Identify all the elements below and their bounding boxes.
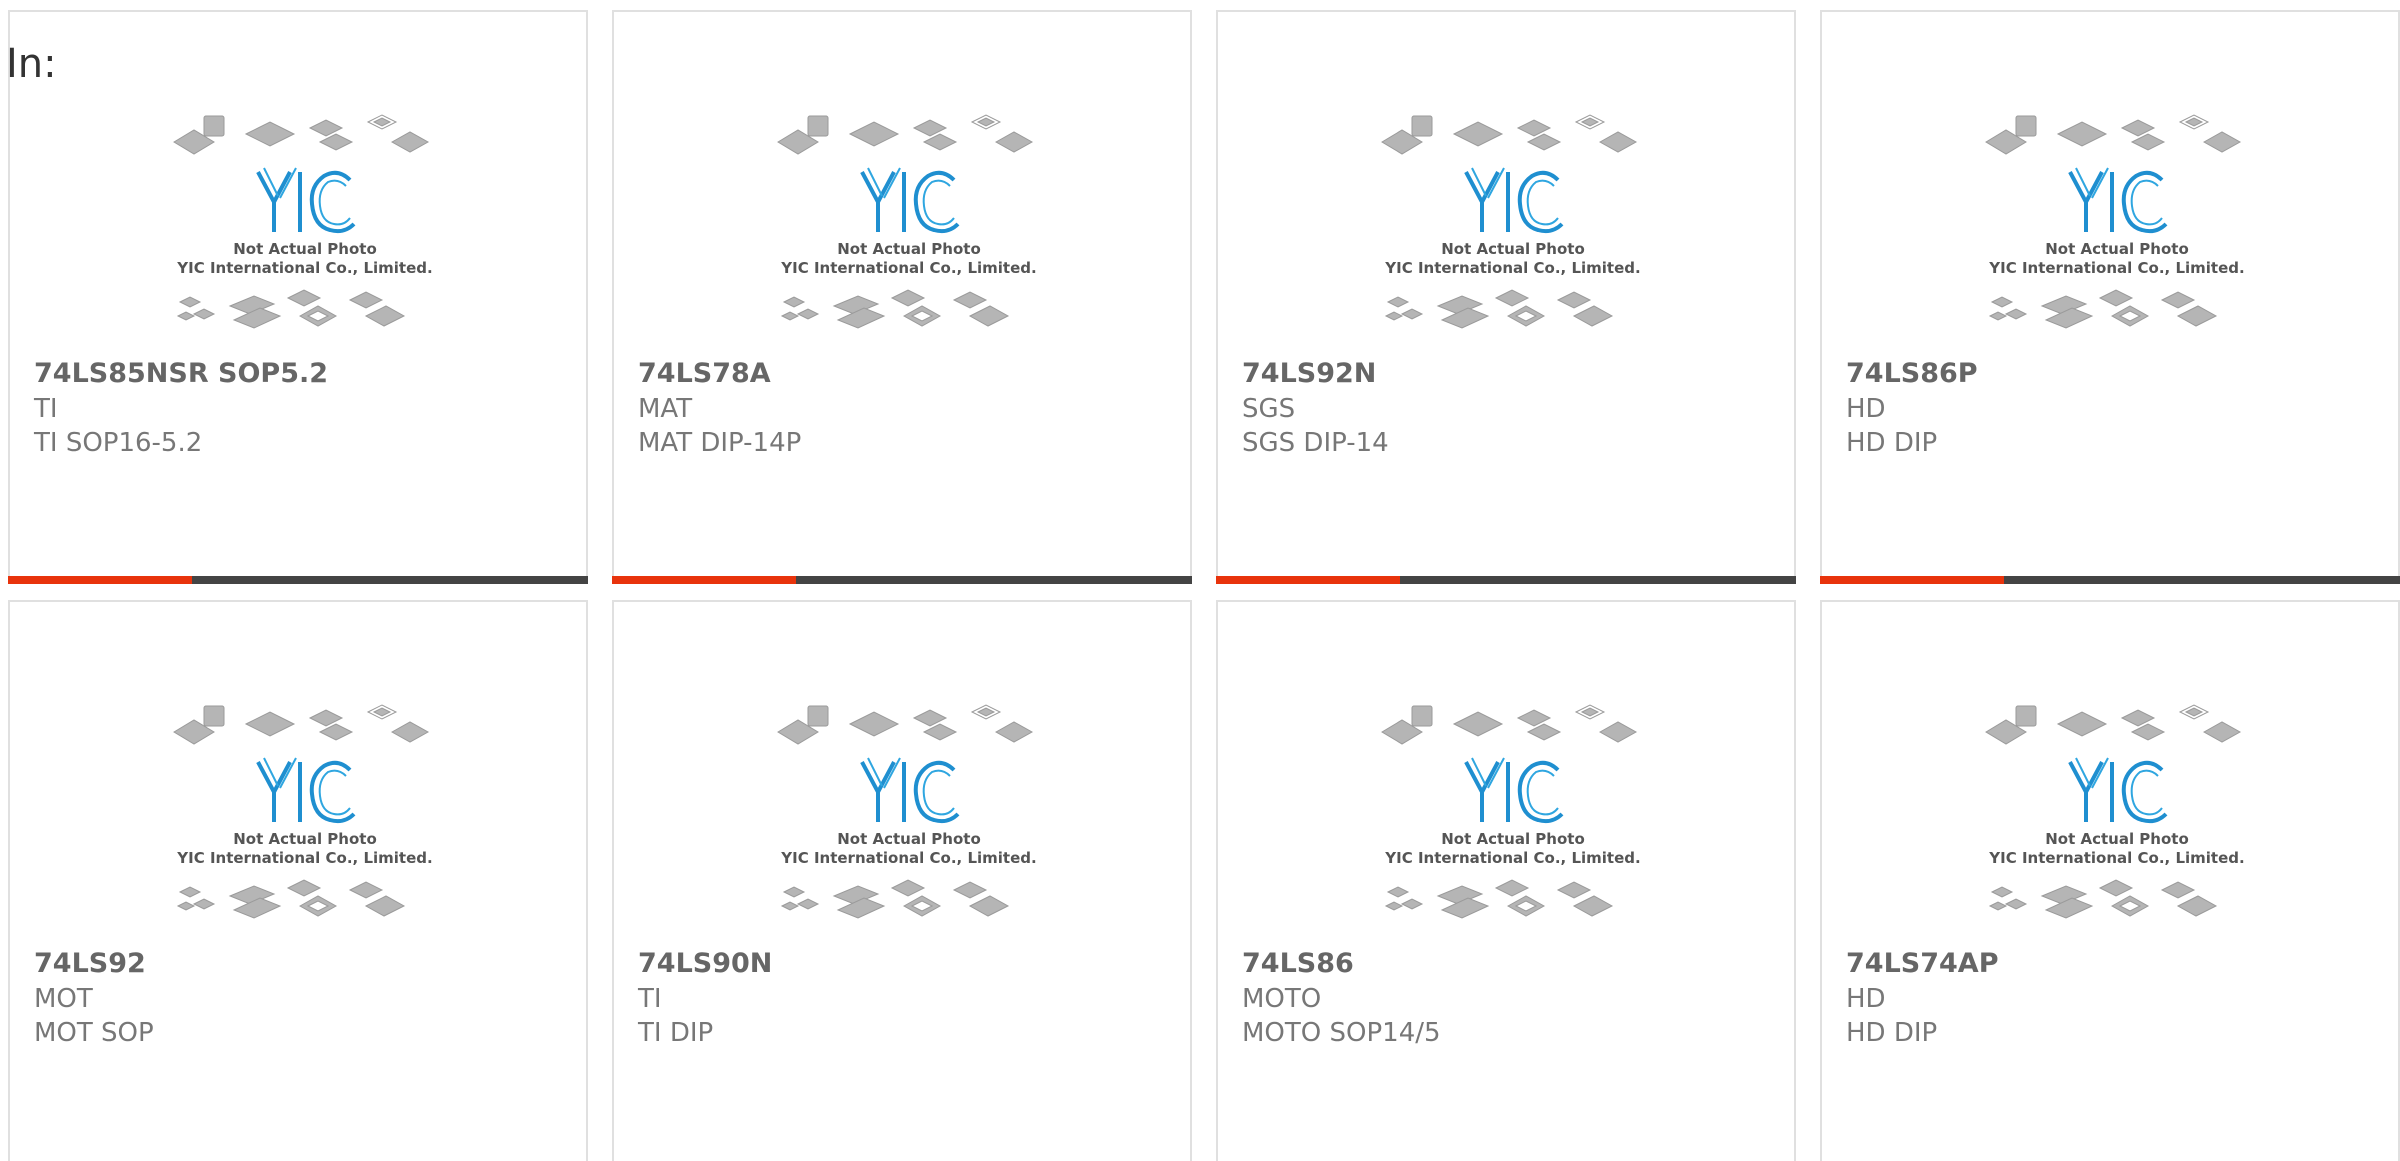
photo-caption-line2: YIC International Co., Limited. <box>1988 849 2244 867</box>
product-card[interactable]: Not Actual Photo YIC International Co., … <box>612 10 1192 584</box>
in-label: In: <box>6 41 57 87</box>
photo-caption-line2: YIC International Co., Limited. <box>780 849 1036 867</box>
photo-caption-line1: Not Actual Photo <box>1441 240 1585 258</box>
product-package: HD DIP <box>1846 1018 1938 1048</box>
not-actual-photo-image: Not Actual Photo YIC International Co., … <box>173 114 433 329</box>
product-card[interactable]: Not Actual Photo YIC International Co., … <box>1820 10 2400 584</box>
product-manufacturer: TI <box>34 394 58 424</box>
product-package: MOTO SOP14/5 <box>1242 1018 1441 1048</box>
product-part-number[interactable]: 74LS86P <box>1846 357 1978 391</box>
card-progress-bar <box>612 576 1192 584</box>
product-photo[interactable]: Not Actual Photo YIC International Co., … <box>170 102 440 352</box>
product-card[interactable]: Not Actual Photo YIC International Co., … <box>1216 10 1796 584</box>
photo-caption-line1: Not Actual Photo <box>837 830 981 848</box>
product-package: TI SOP16-5.2 <box>34 428 203 458</box>
product-package: MOT SOP <box>34 1018 154 1048</box>
not-actual-photo-image: Not Actual Photo YIC International Co., … <box>1381 704 1641 919</box>
photo-caption-line1: Not Actual Photo <box>233 830 377 848</box>
card-progress-bar <box>1820 576 2400 584</box>
product-card[interactable]: Not Actual Photo YIC International Co., … <box>8 10 588 584</box>
product-grid-page: In: Not Actual Photo YIC International C… <box>0 0 2400 1161</box>
card-progress-accent <box>8 576 192 584</box>
product-manufacturer: HD <box>1846 394 1886 424</box>
card-progress-accent <box>612 576 796 584</box>
product-part-number[interactable]: 74LS78A <box>638 357 771 391</box>
photo-caption-line1: Not Actual Photo <box>2045 830 2189 848</box>
product-part-number[interactable]: 74LS85NSR SOP5.2 <box>34 357 328 391</box>
product-manufacturer: MAT <box>638 394 693 424</box>
photo-caption-line1: Not Actual Photo <box>837 240 981 258</box>
product-card[interactable]: Not Actual Photo YIC International Co., … <box>612 600 1192 1161</box>
product-photo[interactable]: Not Actual Photo YIC International Co., … <box>1982 102 2252 352</box>
product-grid: Not Actual Photo YIC International Co., … <box>0 0 2400 1161</box>
product-photo[interactable]: Not Actual Photo YIC International Co., … <box>1982 692 2252 942</box>
card-progress-bar <box>1216 576 1796 584</box>
product-photo[interactable]: Not Actual Photo YIC International Co., … <box>774 692 1044 942</box>
product-part-number[interactable]: 74LS86 <box>1242 947 1354 981</box>
product-part-number[interactable]: 74LS92 <box>34 947 146 981</box>
product-card[interactable]: Not Actual Photo YIC International Co., … <box>8 600 588 1161</box>
photo-caption-line1: Not Actual Photo <box>1441 830 1585 848</box>
photo-caption-line2: YIC International Co., Limited. <box>1988 259 2244 277</box>
product-photo[interactable]: Not Actual Photo YIC International Co., … <box>1378 692 1648 942</box>
photo-caption-line1: Not Actual Photo <box>233 240 377 258</box>
photo-caption-line2: YIC International Co., Limited. <box>1384 849 1640 867</box>
product-package: SGS DIP-14 <box>1242 428 1389 458</box>
photo-caption-line2: YIC International Co., Limited. <box>176 259 432 277</box>
product-photo[interactable]: Not Actual Photo YIC International Co., … <box>774 102 1044 352</box>
not-actual-photo-image: Not Actual Photo YIC International Co., … <box>777 704 1037 919</box>
product-package: HD DIP <box>1846 428 1938 458</box>
product-manufacturer: MOTO <box>1242 984 1322 1014</box>
product-manufacturer: TI <box>638 984 662 1014</box>
not-actual-photo-image: Not Actual Photo YIC International Co., … <box>777 114 1037 329</box>
product-card[interactable]: Not Actual Photo YIC International Co., … <box>1216 600 1796 1161</box>
product-part-number[interactable]: 74LS92N <box>1242 357 1376 391</box>
not-actual-photo-image: Not Actual Photo YIC International Co., … <box>1985 704 2245 919</box>
not-actual-photo-image: Not Actual Photo YIC International Co., … <box>173 704 433 919</box>
photo-caption-line2: YIC International Co., Limited. <box>780 259 1036 277</box>
card-progress-accent <box>1216 576 1400 584</box>
card-progress-accent <box>1820 576 2004 584</box>
not-actual-photo-image: Not Actual Photo YIC International Co., … <box>1985 114 2245 329</box>
product-card[interactable]: Not Actual Photo YIC International Co., … <box>1820 600 2400 1161</box>
photo-caption-line1: Not Actual Photo <box>2045 240 2189 258</box>
product-photo[interactable]: Not Actual Photo YIC International Co., … <box>1378 102 1648 352</box>
photo-caption-line2: YIC International Co., Limited. <box>176 849 432 867</box>
product-manufacturer: HD <box>1846 984 1886 1014</box>
product-package: MAT DIP-14P <box>638 428 802 458</box>
product-manufacturer: MOT <box>34 984 93 1014</box>
product-package: TI DIP <box>638 1018 714 1048</box>
product-photo[interactable]: Not Actual Photo YIC International Co., … <box>170 692 440 942</box>
photo-caption-line2: YIC International Co., Limited. <box>1384 259 1640 277</box>
product-part-number[interactable]: 74LS90N <box>638 947 772 981</box>
product-part-number[interactable]: 74LS74AP <box>1846 947 1998 981</box>
not-actual-photo-image: Not Actual Photo YIC International Co., … <box>1381 114 1641 329</box>
product-manufacturer: SGS <box>1242 394 1296 424</box>
card-progress-bar <box>8 576 588 584</box>
